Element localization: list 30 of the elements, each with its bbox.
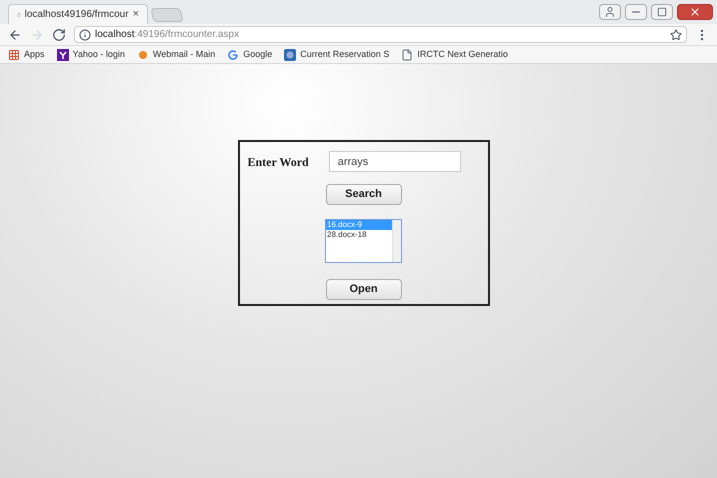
close-window-button[interactable] <box>677 4 713 20</box>
open-button[interactable]: Open <box>326 279 402 300</box>
user-icon <box>604 6 616 18</box>
reload-icon[interactable] <box>52 28 66 42</box>
bookmark-item[interactable]: Yahoo - login <box>56 48 125 62</box>
result-option[interactable]: 28.docx-18 <box>326 230 392 240</box>
word-input-field[interactable]: arrays <box>328 151 461 172</box>
bookmark-item[interactable]: IRCTC Next Generatio <box>401 48 508 62</box>
bookmark-star-icon[interactable] <box>670 28 682 40</box>
profile-button[interactable] <box>599 4 621 20</box>
bookmark-item[interactable]: Webmail - Main <box>136 48 216 62</box>
close-tab-button[interactable]: × <box>132 9 139 20</box>
bookmark-item[interactable]: Current Reservation S <box>284 48 390 62</box>
results-listbox[interactable]: 16.docx-9 28.docx-18 <box>325 219 402 263</box>
g-logo-icon <box>227 48 240 60</box>
maximize-button[interactable] <box>651 4 673 20</box>
address-field[interactable]: localhost:49196/frmcounter.aspx <box>74 26 687 43</box>
minimize-button[interactable] <box>625 4 647 20</box>
back-icon[interactable] <box>8 28 22 42</box>
apps-grid-icon <box>8 48 20 60</box>
info-icon <box>79 28 91 40</box>
enter-word-label: Enter Word <box>248 154 309 170</box>
maximize-icon <box>657 7 667 17</box>
scrollbar[interactable] <box>392 220 401 262</box>
search-button[interactable]: Search <box>326 184 402 205</box>
bookmark-item[interactable]: Google <box>227 48 272 62</box>
y-logo-icon <box>56 48 69 60</box>
bookmark-item[interactable]: Apps <box>8 48 45 62</box>
close-icon <box>689 6 701 18</box>
browser-tab[interactable]: localhost49196/frmcour × <box>8 4 148 24</box>
